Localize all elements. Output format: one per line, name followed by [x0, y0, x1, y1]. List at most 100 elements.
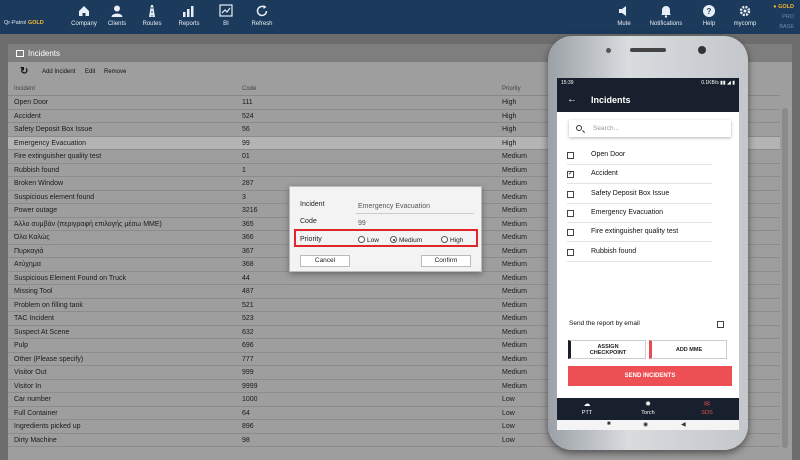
nav-mycomp[interactable]: mycomp [727, 4, 763, 27]
cell-incident: Missing Tool [14, 288, 53, 295]
cell-priority: High [502, 126, 517, 133]
nav-refresh-label: Refresh [251, 21, 273, 27]
nav-mycomp-label: mycomp [733, 21, 757, 27]
tier-indicator: ● GOLD PRO BASE [773, 2, 794, 32]
phone-search-input[interactable]: Search... [569, 120, 731, 137]
search-icon [576, 125, 582, 131]
cell-code: 99 [242, 139, 250, 147]
cell-code: 487 [242, 288, 254, 295]
priority-high-radio[interactable]: High [441, 236, 463, 244]
brand-tier: GOLD [27, 20, 44, 26]
phone-net-speed: 0.1KB/s ▮▮ ◢ ▮ [701, 80, 735, 86]
nav-refresh[interactable]: Refresh [244, 4, 280, 27]
cell-priority: Low [502, 436, 515, 444]
add-mme-button[interactable]: ADD MME [649, 340, 727, 359]
list-item[interactable]: Fire extinguisher quality test [567, 223, 712, 243]
list-item-label: Open Door [591, 151, 626, 158]
back-icon[interactable]: ◀ [681, 421, 686, 428]
nav-notifications-label: Notifications [649, 21, 683, 27]
confirm-button[interactable]: Confirm [421, 255, 471, 267]
ptt-button[interactable]: ☁ PTT [567, 401, 607, 416]
radio-icon [441, 236, 448, 243]
nav-bi[interactable]: BI [208, 4, 244, 27]
checkbox-icon[interactable] [567, 190, 574, 198]
torch-icon: ✸ [645, 401, 651, 408]
list-item[interactable]: Open Door [567, 146, 712, 165]
nav-routes[interactable]: Routes [134, 4, 170, 27]
list-item-label: Fire extinguisher quality test [591, 228, 679, 236]
cell-priority: Medium [502, 180, 527, 187]
col-code[interactable]: Code [242, 86, 256, 92]
priority-low-radio[interactable]: Low [358, 236, 379, 244]
grid-scrollbar[interactable] [782, 108, 788, 448]
col-incident[interactable]: Incident [14, 86, 35, 92]
home-button-icon[interactable]: ◉ [643, 421, 648, 428]
back-arrow-icon[interactable]: ← [567, 94, 577, 105]
phone-mockup: 15:39 0.1KB/s ▮▮ ◢ ▮ ← Incidents Search.… [548, 36, 748, 450]
email-report-label: Send the report by email [569, 320, 640, 327]
gear-icon [739, 5, 751, 17]
speaker-icon [619, 6, 626, 16]
cell-code: 287 [242, 180, 254, 187]
list-item[interactable]: Rubbish found [567, 243, 712, 262]
bell-icon [661, 6, 671, 18]
cell-incident: TAC Incident [14, 315, 54, 322]
nav-reports-label: Reports [178, 21, 200, 27]
checkbox-icon[interactable] [567, 209, 574, 217]
cancel-button[interactable]: Cancel [300, 255, 350, 267]
radio-checked-icon [390, 236, 397, 243]
nav-help[interactable]: ? Help [691, 4, 727, 27]
cell-priority: Medium [502, 247, 527, 255]
edit-button[interactable]: Edit [85, 69, 95, 75]
brand-logo: Qr-Patrol GOLD [4, 20, 44, 26]
svg-text:?: ? [707, 7, 712, 16]
user-icon [111, 5, 123, 17]
recents-icon[interactable]: ■ [607, 421, 611, 427]
cell-priority: High [502, 139, 517, 147]
cell-code: 523 [242, 315, 254, 322]
cell-incident: Όλα Καλώς [14, 234, 50, 241]
cell-code: 1000 [242, 396, 258, 403]
nav-clients[interactable]: Clients [99, 4, 135, 27]
cell-code: 64 [242, 409, 250, 417]
nav-help-label: Help [702, 21, 716, 27]
sos-button[interactable]: ✉ SOS [687, 401, 727, 416]
cell-priority: Medium [502, 166, 527, 174]
nav-reports[interactable]: Reports [171, 4, 207, 27]
list-item[interactable]: Safety Deposit Box Issue [567, 185, 712, 204]
dialog-code-label: Code [300, 218, 317, 225]
dialog-incident-label: Incident [300, 201, 325, 208]
panel-title: Incidents [28, 49, 61, 58]
cell-priority: Medium [502, 234, 527, 241]
assign-checkpoint-button[interactable]: ASSIGN CHECKPOINT [568, 340, 646, 359]
checkbox-checked-icon[interactable]: ✓ [567, 171, 574, 179]
col-priority[interactable]: Priority [502, 86, 521, 92]
phone-sensor [606, 48, 611, 53]
cell-incident: Visitor Out [14, 369, 47, 376]
cell-code: 777 [242, 355, 254, 363]
send-incidents-button[interactable]: SEND INCIDENTS [568, 366, 732, 386]
refresh-grid-icon[interactable]: ↻ [20, 66, 28, 77]
add-incident-button[interactable]: Add Incident [42, 69, 75, 75]
remove-button[interactable]: Remove [104, 69, 126, 75]
cell-code: 632 [242, 328, 254, 336]
cell-incident: Suspicious element found [14, 193, 95, 201]
nav-company[interactable]: Company [66, 4, 102, 27]
email-report-checkbox[interactable] [717, 321, 724, 328]
checkbox-icon[interactable] [567, 248, 574, 256]
cell-incident: Rubbish found [14, 166, 60, 174]
nav-clients-label: Clients [107, 21, 127, 27]
list-item[interactable]: Emergency Evacuation [567, 204, 712, 223]
nav-notifications[interactable]: Notifications [648, 4, 684, 27]
priority-medium-radio[interactable]: Medium [390, 236, 422, 244]
checkbox-icon[interactable] [567, 152, 574, 159]
cell-incident: Other (Please specify) [14, 355, 84, 363]
list-item[interactable]: ✓ Accident [567, 165, 712, 185]
torch-button[interactable]: ✸ Torch [628, 401, 668, 416]
cell-code: 366 [242, 234, 254, 241]
cell-priority: Medium [502, 342, 527, 349]
checkbox-icon[interactable] [567, 229, 574, 237]
cell-code: 999 [242, 369, 254, 376]
cell-incident: Fire extinguisher quality test [14, 153, 102, 160]
nav-mute[interactable]: Mute [606, 4, 642, 27]
